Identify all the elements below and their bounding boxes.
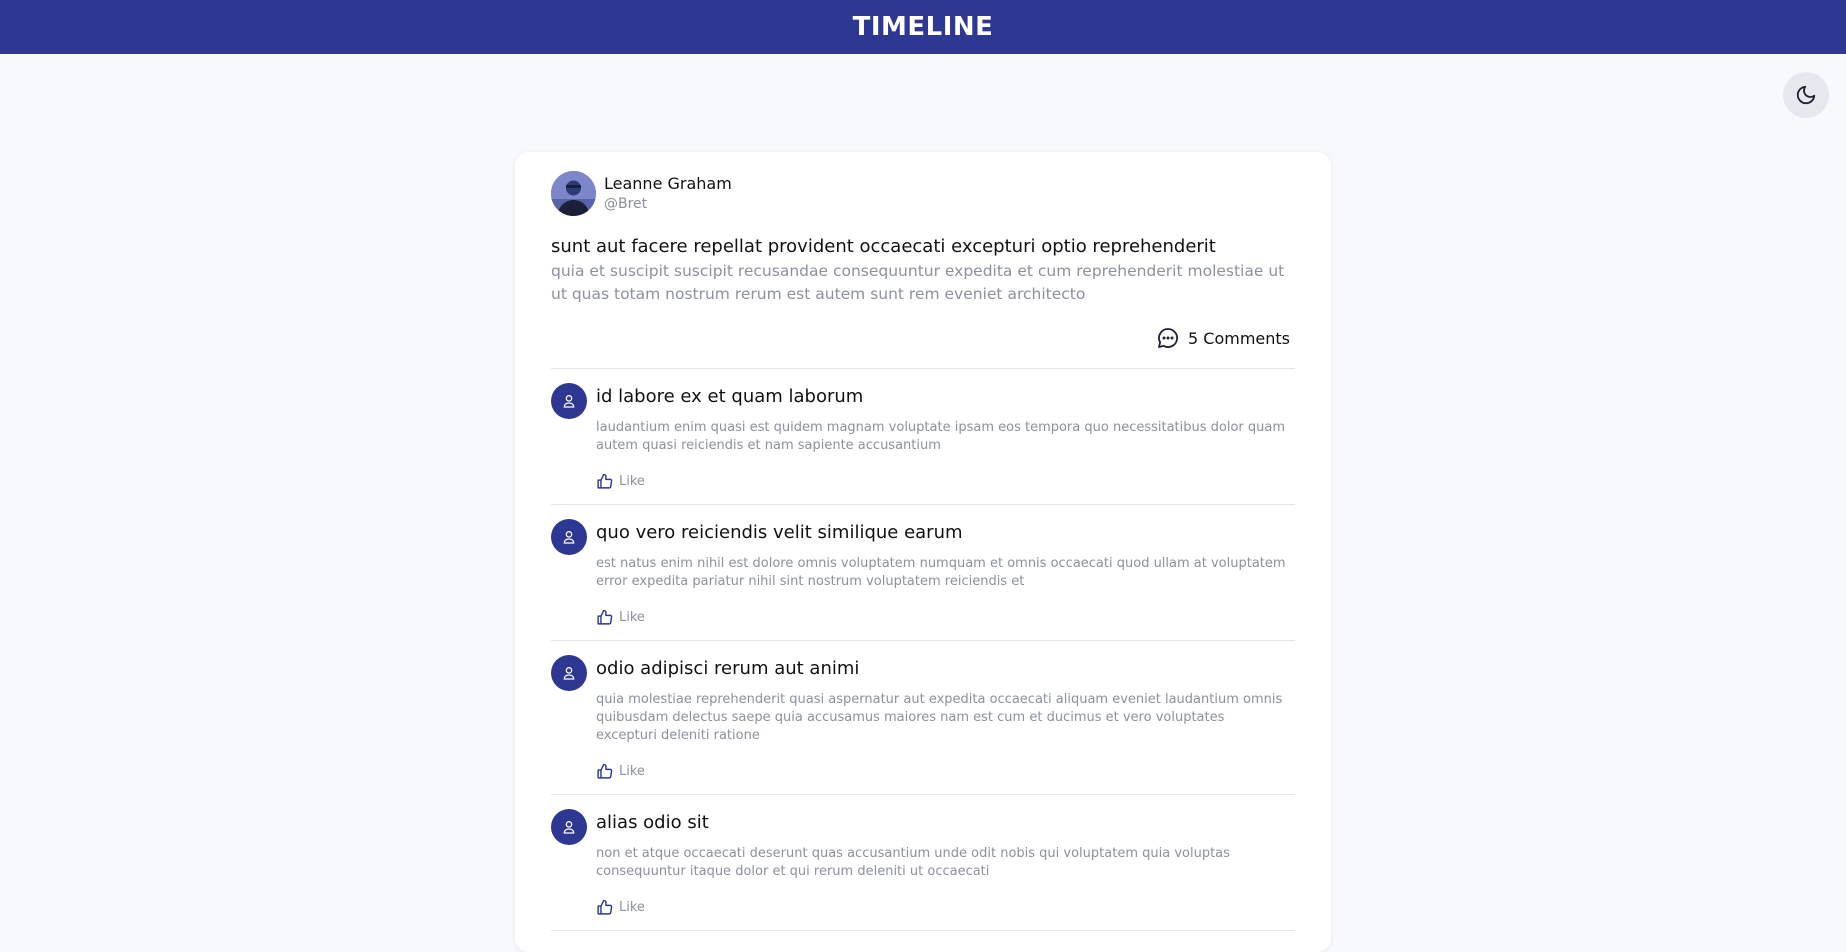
comments-count-label: 5 Comments [1188,328,1290,348]
like-label: Like [619,764,645,779]
thumbs-up-icon [596,763,613,780]
post-title: sunt aut facere repellat provident occae… [551,236,1216,257]
user-icon [563,531,575,544]
user-icon [563,667,575,680]
comment-body: quia molestiae reprehenderit quasi asper… [596,692,1283,743]
comment-title: alias odio sit [596,812,709,833]
author-meta: Leanne Graham @Bret [604,174,732,214]
post-author: Leanne Graham @Bret [551,171,732,216]
like-button[interactable]: Like [596,609,645,626]
comment-body: non et atque occaecati deserunt quas acc… [596,846,1230,879]
commenter-avatar [551,655,587,691]
author-handle: @Bret [604,195,648,212]
commenter-avatar [551,519,587,555]
like-label: Like [619,900,645,915]
comment-title: quo vero reiciendis velit similique earu… [596,522,963,543]
moon-icon [1795,84,1817,106]
thumbs-up-icon [596,609,613,626]
chat-bubble-icon [1156,326,1180,350]
thumbs-up-icon [596,899,613,916]
commenter-avatar [551,383,587,419]
author-name[interactable]: Leanne Graham [604,174,732,194]
like-button[interactable]: Like [596,899,645,916]
thumbs-up-icon [596,473,613,490]
like-label: Like [619,474,645,489]
author-avatar[interactable] [551,171,596,216]
comment-title: odio adipisci rerum aut animi [596,658,860,679]
theme-toggle-button[interactable] [1783,72,1829,118]
comment-item: id labore ex et quam laborum laudantium … [551,368,1295,504]
like-label: Like [619,610,645,625]
like-button[interactable]: Like [596,763,645,780]
like-button[interactable]: Like [596,473,645,490]
comment-body: est natus enim nihil est dolore omnis vo… [596,556,1286,589]
comment-body: laudantium enim quasi est quidem magnam … [596,420,1286,453]
post-card: Leanne Graham @Bret sunt aut facere repe… [515,152,1331,952]
page-title: TIMELINE [852,12,994,42]
comment-title: id labore ex et quam laborum [596,386,864,407]
commenter-avatar [551,809,587,845]
comment-item: odio adipisci rerum aut animi quia moles… [551,640,1295,794]
post-body: quia et suscipit suscipit recusandae con… [551,262,1285,303]
user-icon [563,395,575,408]
app-header: TIMELINE [0,0,1846,54]
user-icon [563,821,575,834]
comment-item: alias odio sit non et atque occaecati de… [551,794,1295,931]
comment-item: quo vero reiciendis velit similique earu… [551,504,1295,640]
comments-toggle-button[interactable]: 5 Comments [1156,326,1290,350]
